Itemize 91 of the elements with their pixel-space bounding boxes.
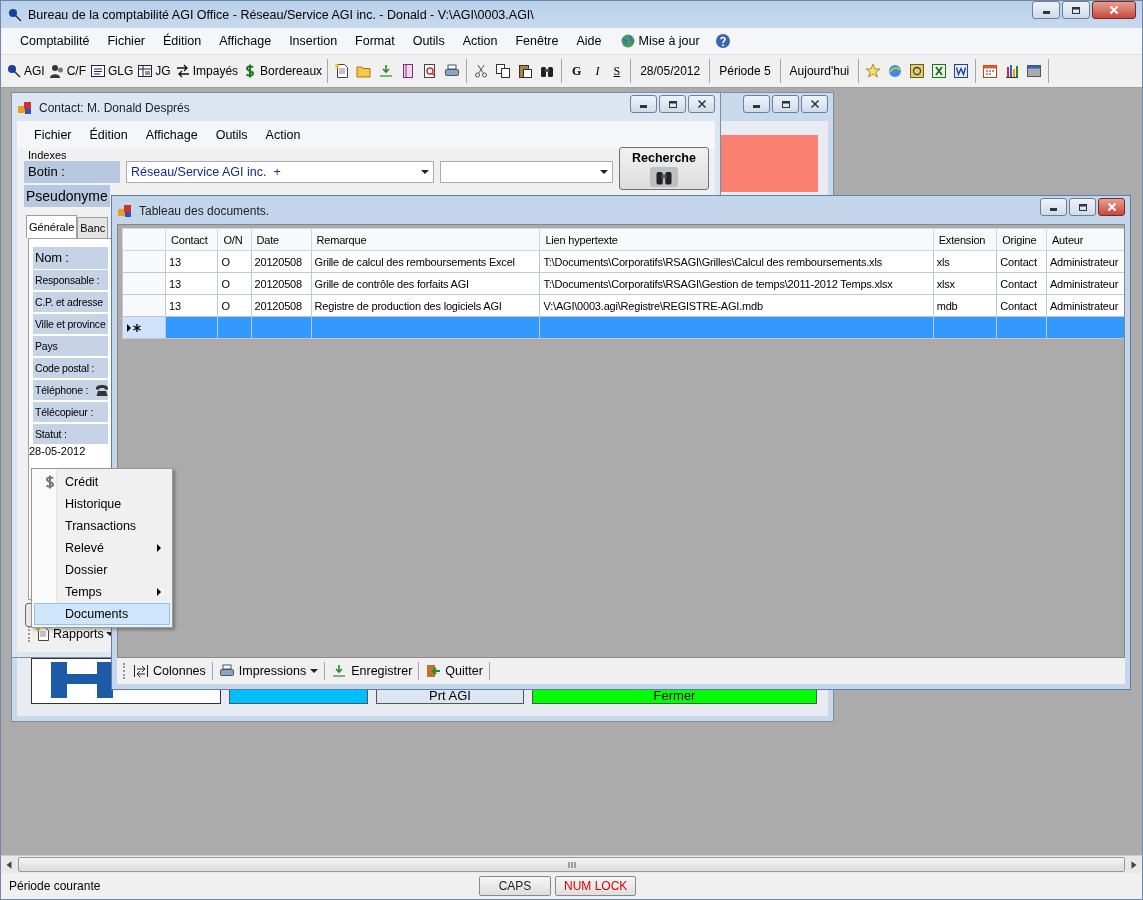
key-indicator: CAPS [479, 876, 551, 896]
tab[interactable]: Banc [77, 217, 109, 238]
menu-item[interactable]: Aide [567, 31, 611, 51]
table-cell: T:\Documents\Corporatifs\RSAGI\Grilles\Calcul des remboursements.xls [539, 250, 934, 273]
table-cell: O [217, 294, 252, 317]
field-label: Botin : [24, 161, 120, 183]
table-cell: xls [933, 250, 997, 273]
menu-item[interactable]: Documents [34, 603, 170, 625]
column-header[interactable]: Auteur [1046, 228, 1124, 251]
table-cell: O [217, 250, 252, 273]
menu-item[interactable]: Comptabilité [11, 31, 99, 51]
update-link[interactable]: Mise à jour [610, 30, 709, 52]
status-text: Période courante [9, 879, 102, 893]
column-header[interactable]: Origine [996, 228, 1047, 251]
group-label: Indexes [27, 149, 67, 161]
menu-item[interactable]: Édition [154, 31, 211, 51]
table-cell: 20120508 [251, 250, 312, 273]
table-cell: Contact [996, 272, 1047, 295]
table-cell: 13 [165, 250, 218, 273]
toolbar-button[interactable]: Enregistrer [329, 663, 415, 679]
toolbar-button[interactable]: Quitter [423, 663, 485, 679]
toolbar-button[interactable]: JG [136, 61, 172, 81]
column-header[interactable]: Remarque [311, 228, 540, 251]
format-button[interactable]: G [566, 61, 588, 81]
format-button[interactable]: I [589, 61, 606, 81]
menu-item[interactable]: Action [453, 31, 507, 51]
toolbar-button[interactable]: GLG [89, 61, 135, 81]
column-header[interactable]: O/N [217, 228, 252, 251]
menu-item[interactable]: Action [256, 125, 310, 145]
field-label: Pseudonyme [24, 185, 110, 207]
period-button[interactable]: Période 5 [714, 62, 776, 80]
today-button[interactable]: Aujourd'hui [784, 62, 855, 80]
menu-item[interactable]: Format [346, 31, 404, 51]
field-label: Responsable : [33, 270, 108, 290]
menu-item[interactable]: Relevé [34, 537, 170, 559]
menu-item[interactable]: Temps [34, 581, 170, 603]
field-label: Code postal : [33, 358, 108, 378]
toolbar-button[interactable]: Impayés [173, 61, 240, 81]
window-title: Tableau des documents. [139, 204, 270, 218]
table-cell: 20120508 [251, 272, 312, 295]
search-button[interactable]: Recherche [619, 147, 709, 190]
menu-item[interactable]: Historique [34, 493, 170, 515]
field-label: C.P. et adresse [33, 292, 108, 312]
field-label: Statut : [33, 424, 108, 444]
combo-box[interactable]: Réseau/Service AGI inc. + [126, 161, 434, 183]
column-header[interactable]: Extension [933, 228, 997, 251]
table-cell: 13 [165, 294, 218, 317]
table-cell: xlsx [933, 272, 997, 295]
toolbar-button[interactable]: AGI [5, 61, 46, 81]
toolbar-button[interactable]: C/F [47, 61, 87, 81]
table-cell: Contact [996, 250, 1047, 273]
column-header[interactable]: Date [251, 228, 312, 251]
table-cell: T:\Documents\Corporatifs\RSAGI\Gestion de temps\2011-2012 Temps.xlsx [539, 272, 934, 295]
menu-item[interactable]: Outils [403, 31, 454, 51]
tab[interactable]: Générale [26, 215, 78, 238]
toolbar-button[interactable]: Colonnes [131, 663, 208, 679]
key-indicator: NUM LOCK [555, 876, 637, 896]
date-button[interactable]: 28/05/2012 [635, 62, 706, 80]
menu-item[interactable]: Insertion [280, 31, 347, 51]
field-label: Téléphone : [33, 380, 108, 400]
table-cell: 13 [165, 272, 218, 295]
menu-item[interactable]: Dossier [34, 559, 170, 581]
table-cell: Registre de production des logiciels AGI [311, 294, 540, 317]
column-header[interactable]: Lien hypertexte [539, 228, 934, 251]
menu-item[interactable]: Transactions [34, 515, 170, 537]
format-button[interactable]: S [607, 61, 627, 81]
table-cell: Grille de contrôle des forfaits AGI [311, 272, 540, 295]
menu-item[interactable]: Crédit [34, 471, 170, 493]
window-title: Contact: M. Donald Després [39, 101, 190, 115]
field-label: Nom : [33, 247, 108, 269]
menu-item[interactable]: Fenêtre [506, 31, 568, 51]
toolbar-button[interactable]: Bordereaux [241, 61, 324, 81]
menu-item[interactable]: Édition [80, 125, 137, 145]
table-cell: 20120508 [251, 294, 312, 317]
menu-item[interactable]: Fichier [98, 31, 154, 51]
window-title: Bureau de la comptabilité AGI Office - Réseau/Service AGI inc. - Donald - V:\AGI\0003.AGI\ [28, 7, 534, 22]
table-cell: O [217, 272, 252, 295]
table-cell: V:\AGI\0003.agi\Registre\REGISTRE-AGI.mdb [539, 294, 934, 317]
column-header[interactable]: Contact [165, 228, 218, 251]
menu-item[interactable]: Affichage [210, 31, 281, 51]
menu-item[interactable]: Fichier [25, 125, 81, 145]
field-label: Télécopieur : [33, 402, 108, 422]
table-cell: mdb [933, 294, 997, 317]
date-text: 28-05-2012 [29, 445, 87, 457]
menu-item[interactable]: Affichage [136, 125, 207, 145]
field-label: Pays [33, 336, 108, 356]
menu-item[interactable]: Outils [206, 125, 257, 145]
table-cell: Contact [996, 294, 1047, 317]
toolbar-button[interactable]: Impressions [216, 663, 321, 679]
field-label: Ville et province [33, 314, 108, 334]
table-cell: Grille de calcul des remboursements Excel [311, 250, 540, 273]
